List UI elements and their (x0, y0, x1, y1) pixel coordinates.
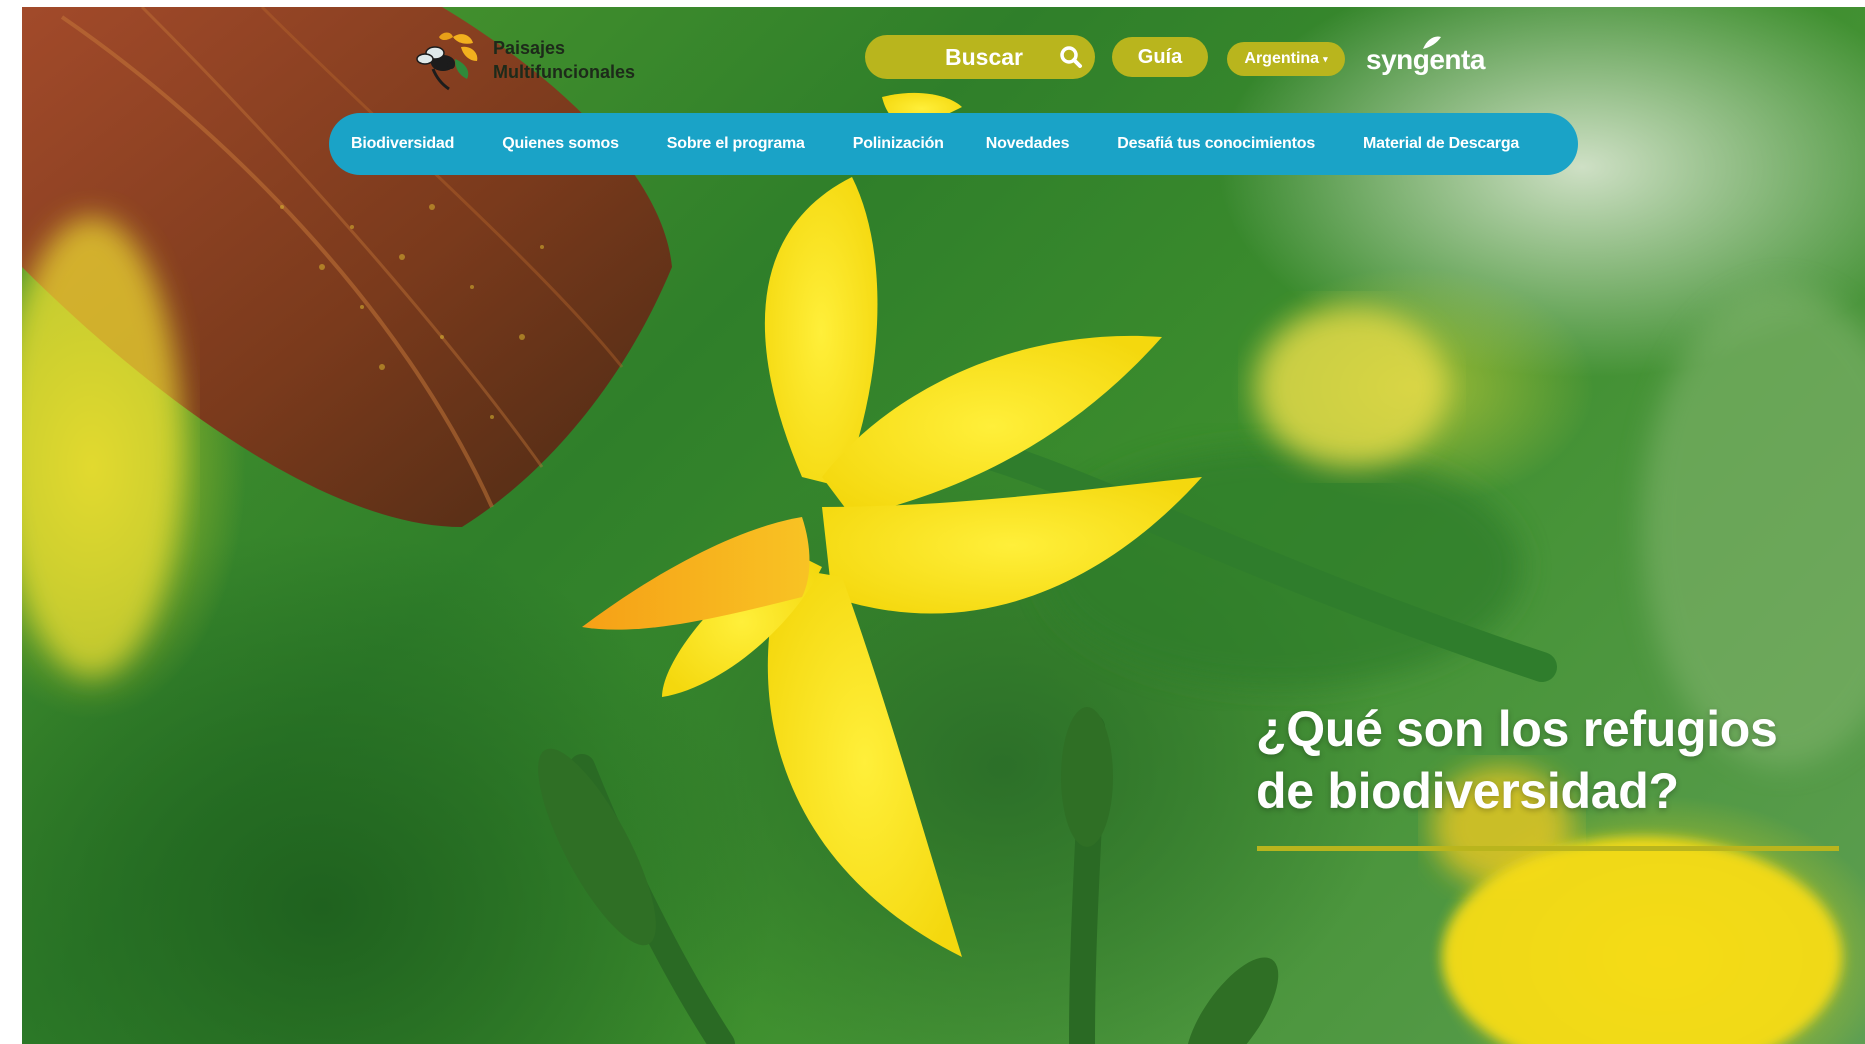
nav-item-biodiversidad[interactable]: Biodiversidad (351, 135, 454, 153)
main-nav: Biodiversidad Quienes somos Sobre el pro… (329, 113, 1578, 175)
hero-headline-line2: de biodiversidad? (1256, 763, 1679, 819)
guide-label: Guía (1137, 45, 1183, 68)
chevron-down-icon: ▾ (1323, 53, 1328, 64)
nav-item-polinizacion[interactable]: Polinización (853, 135, 944, 153)
brand-name-line2: Multifuncionales (493, 62, 636, 82)
search-icon (1060, 46, 1082, 68)
nav-item-desafia[interactable]: Desafiá tus conocimientos (1117, 135, 1315, 153)
search-label: Buscar (945, 43, 1023, 70)
nav-item-material-descarga[interactable]: Material de Descarga (1363, 135, 1519, 153)
hero-headline-line1: ¿Qué son los refugios (1256, 701, 1778, 757)
bee-flower-logo-icon (416, 32, 478, 91)
search-button[interactable]: Buscar (865, 35, 1095, 79)
hero-headline: ¿Qué son los refugios de biodiversidad? (1256, 698, 1856, 822)
country-selector[interactable]: Argentina ▾ (1227, 42, 1345, 76)
leaf-icon (1423, 36, 1441, 49)
brand-name: Paisajes Multifuncionales (493, 36, 635, 84)
guide-button[interactable]: Guía (1112, 37, 1208, 77)
nav-item-sobre-el-programa[interactable]: Sobre el programa (667, 135, 805, 153)
country-label: Argentina (1244, 50, 1320, 67)
brand-name-line1: Paisajes (493, 38, 566, 58)
nav-item-novedades[interactable]: Novedades (986, 135, 1070, 153)
brand-logo-block[interactable]: Paisajes Multifuncionales (415, 27, 655, 95)
nav-item-quienes-somos[interactable]: Quienes somos (502, 135, 619, 153)
headline-divider (1257, 846, 1839, 851)
